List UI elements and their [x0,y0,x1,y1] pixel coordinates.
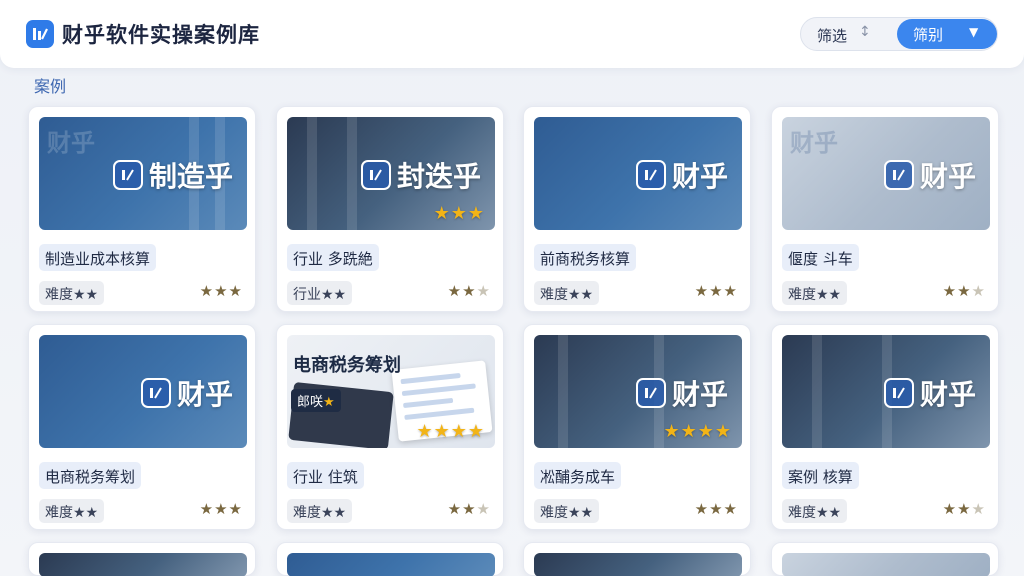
case-thumbnail [782,553,990,576]
case-title: 制造业成本核算 [39,244,157,271]
thumb-title: 电商税务筹划 [293,355,401,376]
brand-logo-icon [140,378,171,408]
brand-text: 财乎 [919,160,976,193]
case-title: 行业 住筑 [287,462,364,489]
brand-text: 制造乎 [148,160,233,193]
thumb-watermark: 财乎 [790,129,838,157]
brand-text: 财乎 [176,378,233,411]
rating-stars: ★★★ [199,500,243,518]
case-card[interactable]: 财乎 前商税务核算 难度★★ ★★★ [523,106,751,312]
case-card-partial[interactable] [771,542,999,576]
difficulty-badge: 难度★★ [782,281,848,305]
rating-stars: ★★★ [447,500,491,518]
case-card-partial[interactable] [276,542,504,576]
filter-dropdown[interactable]: 筛别 ▼ [897,19,997,49]
brand-text: 财乎 [919,378,976,411]
thumb-tag: 郎咲★ [291,389,341,412]
chevron-down-icon: ▼ [969,25,979,39]
difficulty-badge: 难度★★ [534,281,600,305]
brand-logo-icon [360,160,391,190]
case-card[interactable]: 财乎 ★★★★ 凇酺务成车 难度★★ ★★★ [523,324,751,530]
rating-stars: ★★★ [694,282,738,300]
brand-text: 财乎 [671,160,728,193]
case-thumbnail: 财乎 [782,335,990,448]
brand-logo-icon [635,160,666,190]
brand-text: 封迭乎 [396,160,481,193]
case-thumbnail: 财乎 [534,117,742,230]
thumb-watermark: 财乎 [47,129,95,157]
difficulty-badge: 难度★★ [39,499,105,523]
case-title: 偃度 斗车 [782,244,859,271]
case-card[interactable]: 财乎 制造乎 制造业成本核算 难度★★ ★★★ [28,106,256,312]
brand-logo-icon [112,160,143,190]
case-card[interactable]: 财乎 案例 核算 难度★★ ★★★ [771,324,999,530]
case-card-partial[interactable] [523,542,751,576]
case-title: 电商税务筹划 [39,462,142,489]
filter-control: 筛选 ↕ 筛别 ▼ [800,17,998,51]
rating-stars: ★★★ [694,500,738,518]
difficulty-badge: 难度★★ [782,499,848,523]
case-title: 凇酺务成车 [534,462,622,489]
rating-stars: ★★★ [199,282,243,300]
rating-stars: ★★★ [942,500,986,518]
case-thumbnail [39,553,247,576]
case-thumbnail: 电商税务筹划 郎咲★ ★★★★ [287,335,495,448]
case-card[interactable]: 财乎 电商税务筹划 难度★★ ★★★ [28,324,256,530]
difficulty-badge: 难度★★ [39,281,105,305]
brand-logo-icon [883,378,914,408]
rating-stars: ★★★ [942,282,986,300]
difficulty-badge: 难度★★ [534,499,600,523]
case-card[interactable]: 财乎 财乎 偃度 斗车 难度★★ ★★★ [771,106,999,312]
case-thumbnail: 财乎 财乎 [782,117,990,230]
case-thumbnail [534,553,742,576]
difficulty-badge: 难度★★ [287,499,353,523]
app-logo-icon [26,20,54,48]
thumb-rating-stars: ★★★ [433,203,485,224]
case-thumbnail: 财乎 ★★★★ [534,335,742,448]
case-card-partial[interactable] [28,542,256,576]
filter-label[interactable]: 筛选 [817,25,847,46]
sort-toggle-icon[interactable]: ↕ [859,24,871,40]
app-title: 财乎软件实操案例库 [62,23,260,47]
difficulty-badge: 行业★★ [287,281,353,305]
case-card[interactable]: 电商税务筹划 郎咲★ ★★★★ 行业 住筑 难度★★ ★★★ [276,324,504,530]
brand-text: 财乎 [671,378,728,411]
section-label: 案例 [34,77,67,96]
case-thumbnail: 封迭乎 ★★★ [287,117,495,230]
case-thumbnail: 财乎 制造乎 [39,117,247,230]
case-thumbnail [287,553,495,576]
case-title: 前商税务核算 [534,244,637,271]
case-card[interactable]: 封迭乎 ★★★ 行业 多跣絶 行业★★ ★★★ [276,106,504,312]
brand-logo-icon [635,378,666,408]
case-title: 行业 多跣絶 [287,244,379,271]
thumb-rating-stars: ★★★★ [663,421,732,442]
brand-logo-icon [883,160,914,190]
app-header: 财乎软件实操案例库 筛选 ↕ 筛别 ▼ [0,0,1024,68]
case-title: 案例 核算 [782,462,859,489]
case-thumbnail: 财乎 [39,335,247,448]
filter-dropdown-label: 筛别 [913,26,944,44]
rating-stars: ★★★ [447,282,491,300]
thumb-rating-stars: ★★★★ [416,421,485,442]
